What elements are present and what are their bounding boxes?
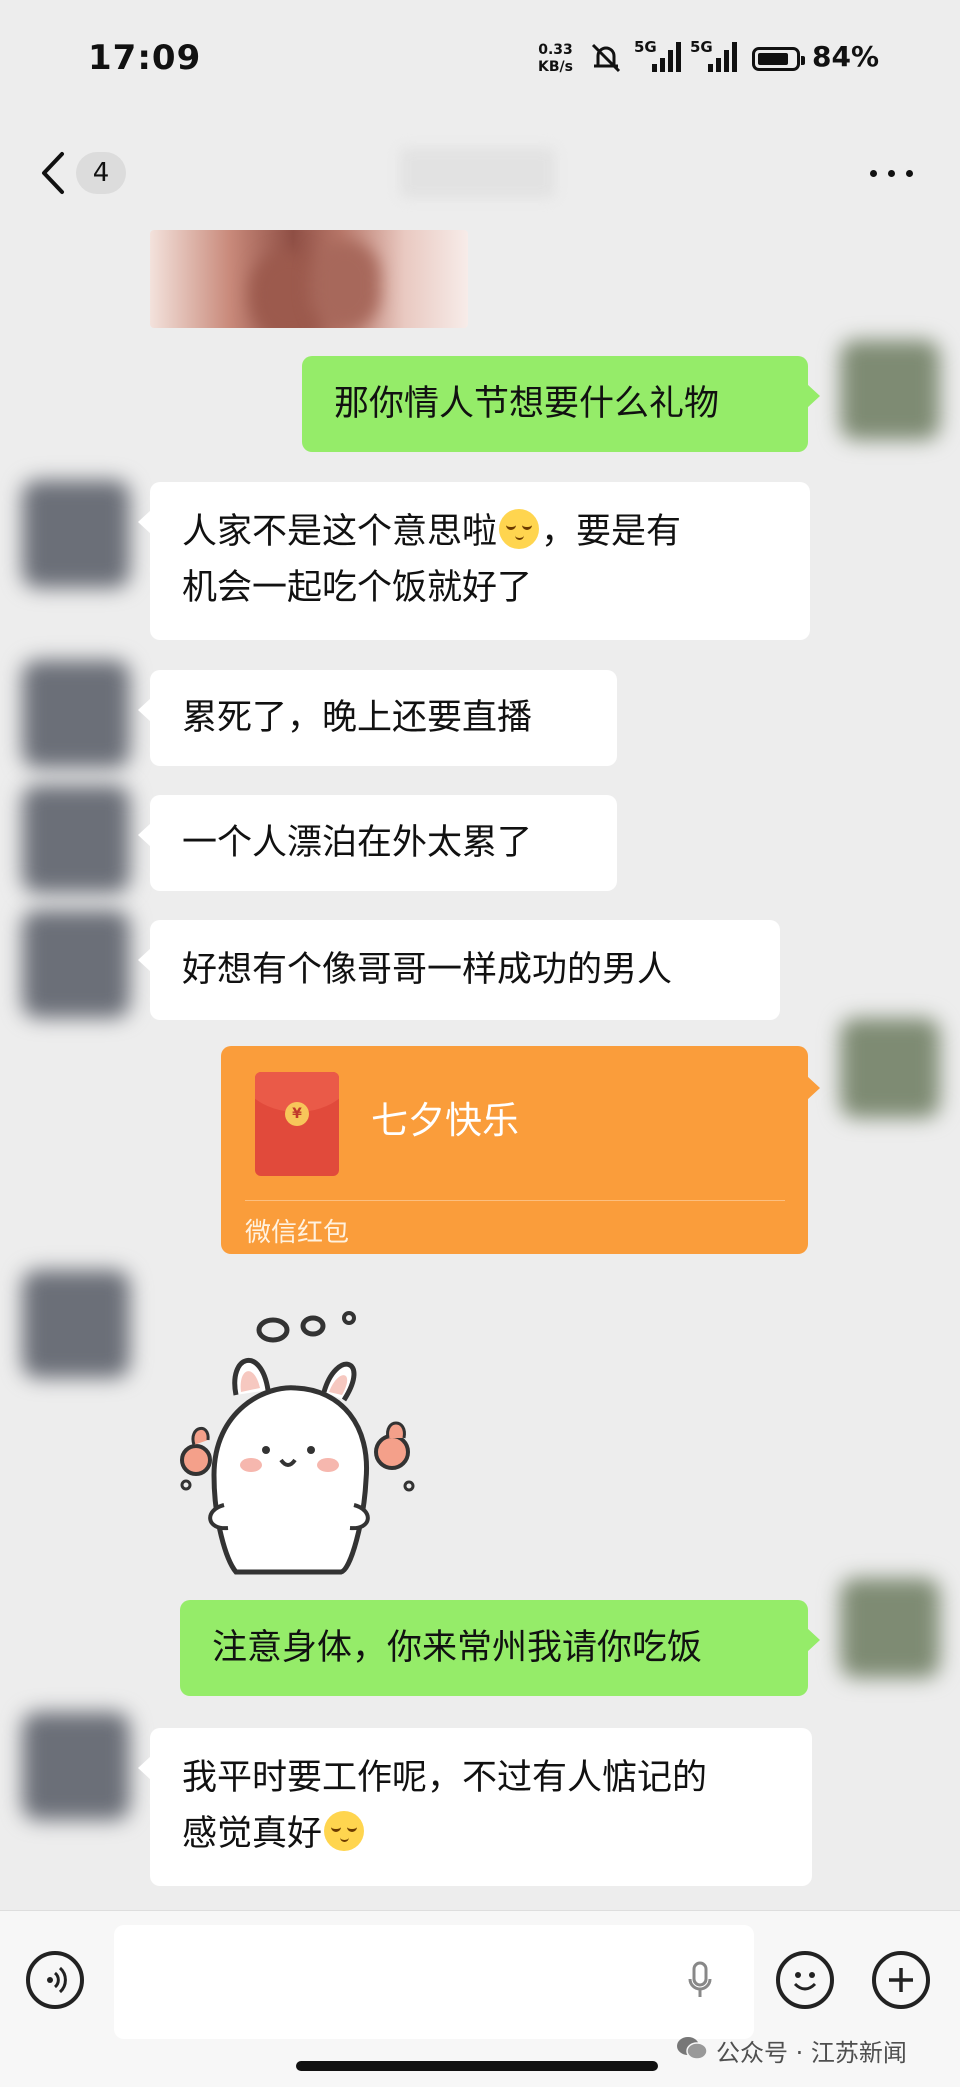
red-packet-title: 七夕快乐 bbox=[371, 1099, 519, 1142]
message-text: 注意身体，你来常州我请你吃饭 bbox=[212, 1628, 703, 1668]
network-speed-value: 0.33 bbox=[538, 42, 573, 58]
red-packet-icon: ¥ bbox=[255, 1072, 339, 1176]
back-icon[interactable] bbox=[34, 148, 74, 198]
outgoing-message[interactable]: 那你情人节想要什么礼物 bbox=[302, 356, 820, 452]
incoming-message[interactable]: 一个人漂泊在外太累了 bbox=[138, 795, 617, 891]
incoming-message[interactable]: 我平时要工作呢，不过有人惦记的 感觉真好 bbox=[138, 1728, 812, 1886]
message-text: 我平时要工作呢，不过有人惦记的 bbox=[182, 1758, 708, 1798]
contact-avatar[interactable] bbox=[22, 660, 130, 768]
shy-emoji-icon bbox=[499, 509, 540, 549]
my-avatar[interactable] bbox=[840, 1018, 940, 1118]
yuan-coin-icon: ¥ bbox=[285, 1102, 309, 1126]
wechat-icon bbox=[677, 2037, 708, 2060]
emoji-icon[interactable] bbox=[776, 1951, 834, 2009]
battery-icon bbox=[752, 47, 805, 71]
network-speed: 0.33 KB/s bbox=[538, 42, 573, 76]
bunny-sticker[interactable] bbox=[166, 1300, 446, 1580]
contact-avatar[interactable] bbox=[22, 910, 130, 1018]
watermark-text: 公众号 · 江苏新闻 bbox=[716, 2039, 907, 2067]
unread-count-badge[interactable]: 4 bbox=[76, 152, 126, 194]
contact-avatar[interactable] bbox=[22, 1712, 130, 1820]
message-input[interactable] bbox=[114, 1925, 754, 2039]
signal-bars-icon bbox=[652, 42, 681, 72]
outgoing-message[interactable]: 注意身体，你来常州我请你吃饭 bbox=[180, 1600, 820, 1696]
message-text: 累死了，晚上还要直播 bbox=[182, 698, 533, 738]
message-text: 好想有个像哥哥一样成功的男人 bbox=[182, 950, 673, 990]
home-indicator[interactable] bbox=[296, 2061, 658, 2071]
message-text: 感觉真好 bbox=[182, 1814, 323, 1854]
image-message[interactable] bbox=[150, 230, 468, 328]
voice-icon[interactable] bbox=[26, 1951, 84, 2009]
status-bar: 17:09 0.33 KB/s 5G 5G 84% bbox=[0, 0, 960, 120]
network-speed-unit: KB/s bbox=[538, 59, 573, 75]
my-avatar[interactable] bbox=[840, 1578, 940, 1678]
shy-emoji-icon bbox=[324, 1811, 365, 1851]
status-time: 17:09 bbox=[88, 38, 202, 78]
red-packet-message[interactable]: ¥ 七夕快乐 微信红包 bbox=[221, 1046, 820, 1254]
incoming-message[interactable]: 累死了，晚上还要直播 bbox=[138, 670, 617, 766]
message-text: 人家不是这个意思啦 bbox=[182, 512, 498, 552]
red-packet-divider bbox=[245, 1200, 785, 1201]
red-packet-caption: 微信红包 bbox=[245, 1218, 350, 1248]
input-bar: 公众号 · 江苏新闻 bbox=[0, 1910, 960, 2087]
incoming-message[interactable]: 人家不是这个意思啦 ，要是有 机会一起吃个饭就好了 bbox=[138, 482, 810, 640]
message-text: ，要是有 bbox=[541, 512, 682, 552]
plus-icon[interactable] bbox=[872, 1951, 930, 2009]
message-text: 那你情人节想要什么礼物 bbox=[334, 384, 720, 424]
mute-icon bbox=[591, 43, 621, 73]
contact-avatar[interactable] bbox=[22, 785, 130, 893]
chat-title-blurred bbox=[400, 148, 555, 198]
message-text: 一个人漂泊在外太累了 bbox=[182, 823, 533, 863]
contact-avatar[interactable] bbox=[22, 480, 130, 588]
signal-bars-icon bbox=[708, 42, 737, 72]
battery-fill bbox=[758, 53, 788, 65]
incoming-message[interactable]: 好想有个像哥哥一样成功的男人 bbox=[138, 920, 780, 1020]
contact-avatar[interactable] bbox=[22, 1270, 130, 1378]
more-icon[interactable] bbox=[866, 158, 918, 188]
battery-percent: 84% bbox=[812, 40, 880, 73]
message-text: 机会一起吃个饭就好了 bbox=[182, 568, 533, 608]
mic-icon[interactable] bbox=[688, 1961, 712, 2001]
my-avatar[interactable] bbox=[840, 340, 940, 440]
